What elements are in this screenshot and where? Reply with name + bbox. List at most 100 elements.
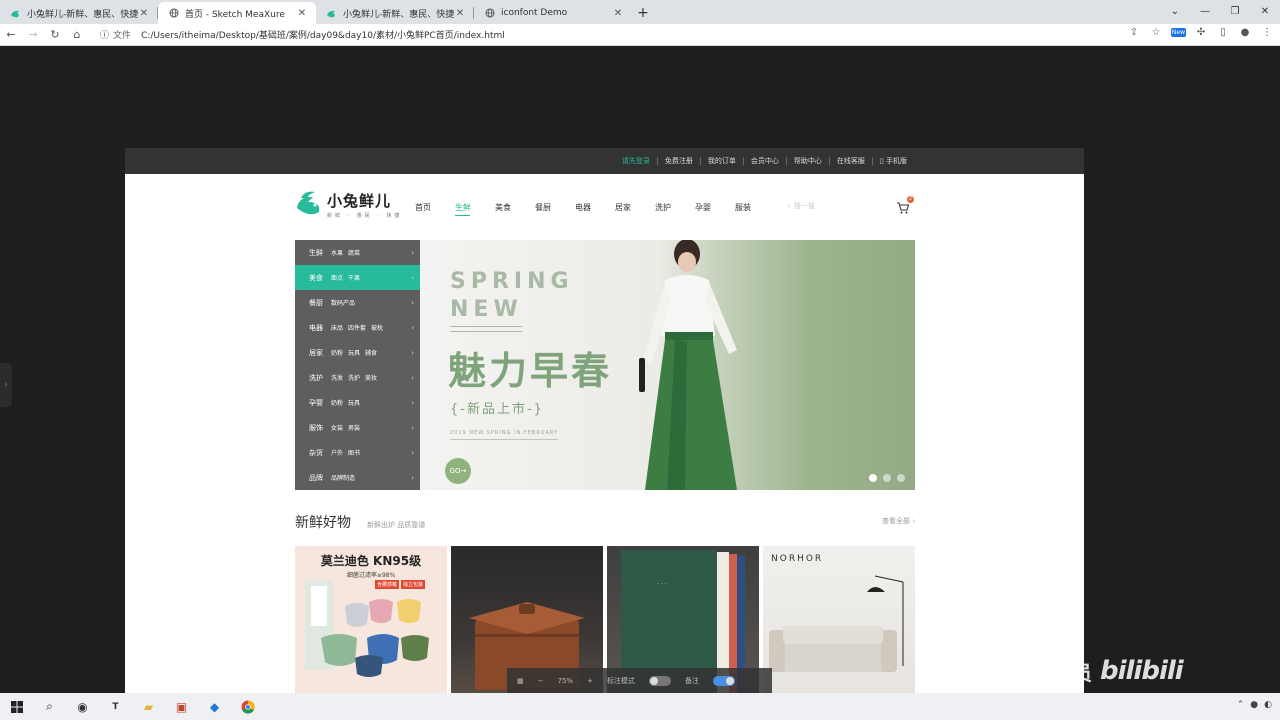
browser-tab-3[interactable]: iconfont Demo ✕ [474,2,632,24]
category-sub-link[interactable]: 图书 [348,448,360,457]
category-sub-link[interactable]: 女装 [331,423,343,432]
topnav-help[interactable]: 帮助中心 [785,157,829,165]
topnav-orders[interactable]: 我的订单 [699,157,743,165]
site-search[interactable]: ⌕ 搜一搜 [787,201,815,211]
mainnav-item[interactable]: 孕婴 [695,202,735,213]
product-card[interactable]: NORHOR [763,546,915,693]
powerpoint-icon[interactable]: ▣ [165,693,198,720]
topnav-member[interactable]: 会员中心 [742,157,786,165]
tray-app-icon[interactable]: ● [1250,700,1258,710]
carousel-dot[interactable] [883,474,891,482]
zoom-in-icon[interactable]: + [587,677,593,685]
home-icon[interactable]: ⌂ [66,28,88,41]
restore-icon[interactable]: ❐ [1220,0,1250,22]
vscode-icon[interactable]: ◆ [198,693,231,720]
mainnav-item-active[interactable]: 生鲜 [455,202,495,216]
back-arrow-icon[interactable]: ← [0,28,22,41]
mainnav-item[interactable]: 餐厨 [535,202,575,213]
category-sub-link[interactable]: 美妆 [365,373,377,382]
category-item[interactable]: 电器 床品 四件套 被枕 › [295,315,420,340]
category-sub-link[interactable]: 蔬菜 [348,248,360,257]
category-sub-link[interactable]: 品牌制造 [331,473,355,482]
topnav-register[interactable]: 免费注册 [656,157,700,165]
mode-toggle[interactable] [648,675,671,686]
category-sub-link[interactable]: 水果 [331,248,343,257]
chrome-icon[interactable] [231,693,264,720]
category-item[interactable]: 餐厨 数码产品 › [295,290,420,315]
category-sub-link[interactable]: 男装 [348,423,360,432]
banner-go-button[interactable]: GO → [445,458,471,484]
carousel-dot[interactable] [869,474,877,482]
category-item[interactable]: 服饰 女装 男装 › [295,415,420,440]
mainnav-item[interactable]: 首页 [415,202,455,213]
close-icon[interactable]: ✕ [296,8,308,19]
category-sub-link[interactable]: 辅食 [365,348,377,357]
category-item[interactable]: 洗护 洗发 洗护 美妆 › [295,365,420,390]
category-item[interactable]: 品牌 品牌制造 › [295,465,420,490]
mainnav-item[interactable]: 居家 [615,202,655,213]
category-sub-link[interactable]: 奶粉 [331,398,343,407]
mainnav-item[interactable]: 服装 [735,202,775,213]
category-sub-link[interactable]: 干果 [348,273,360,282]
extensions-puzzle-icon[interactable]: ✣ [1194,27,1208,38]
new-tab-plus-icon[interactable]: + [632,2,654,24]
app-icon[interactable]: ◉ [66,693,99,720]
cart-button[interactable]: 2 [896,196,914,214]
carousel-dot[interactable] [897,474,905,482]
category-sub-link[interactable]: 床品 [331,323,343,332]
zoom-out-icon[interactable]: − [538,677,544,685]
category-sub-link[interactable]: 被枕 [371,323,383,332]
browser-tab-0[interactable]: 小兔鲜儿-新鲜、惠民、快捷! ✕ [0,2,158,24]
topnav-mobile[interactable]: ▯ 手机版 [871,157,914,165]
mainnav-item[interactable]: 洗护 [655,202,695,213]
category-sub-link[interactable]: 面点 [331,273,343,282]
topnav-login[interactable]: 请先登录 [615,157,657,165]
category-item[interactable]: 孕婴 奶粉 玩具 › [295,390,420,415]
category-sub-link[interactable]: 奶粉 [331,348,343,357]
share-icon[interactable]: ⇪ [1127,27,1141,38]
forward-arrow-icon[interactable]: → [22,28,44,41]
typora-icon[interactable]: T [99,693,132,720]
new-badge[interactable]: New [1170,28,1186,37]
category-sub-link[interactable]: 玩具 [348,348,360,357]
mainnav-item[interactable]: 美食 [495,202,535,213]
site-logo[interactable]: 小兔鲜儿 新鲜 · 惠民 · 快捷 [295,188,403,220]
hero-banner[interactable]: SPRING NEW 魅力早春 {-新品上市-} 2019 NEW SPRING… [420,240,915,490]
category-sub-link[interactable]: 洗护 [348,373,360,382]
category-sub-link[interactable]: 洗发 [331,373,343,382]
mainnav-item[interactable]: 电器 [575,202,615,213]
category-sub-link[interactable]: 玩具 [348,398,360,407]
sidebar-icon[interactable]: ▯ [1216,27,1230,38]
product-card[interactable]: 莫兰迪色 KN95级 细菌过滤率≥98% 含腰感戴 独立包装 [295,546,447,693]
reload-icon[interactable]: ↻ [44,28,66,41]
chevron-down-icon[interactable]: ⌄ [1160,0,1190,22]
star-icon[interactable]: ☆ [1149,27,1163,38]
minimize-icon[interactable]: — [1190,0,1220,22]
category-item[interactable]: 杂货 户外 图书 › [295,440,420,465]
category-item[interactable]: 生鲜 水果 蔬菜 › [295,240,420,265]
side-chevron-icon[interactable]: › [0,363,12,407]
category-sub-link[interactable]: 户外 [331,448,343,457]
menu-dots-icon[interactable]: ⋮ [1260,27,1274,38]
topnav-service[interactable]: 在线客服 [828,157,872,165]
tray-app-icon[interactable]: ◐ [1264,700,1272,710]
folder-icon[interactable]: ▰ [132,693,165,720]
browser-tab-1[interactable]: 首页 - Sketch MeaXure ✕ [158,2,316,24]
close-icon[interactable]: ✕ [138,8,150,19]
layout-grid-icon[interactable]: ▦ [517,677,524,685]
category-sub-link[interactable]: 数码产品 [331,298,355,307]
category-item[interactable]: 居家 奶粉 玩具 辅食 › [295,340,420,365]
close-icon[interactable]: ✕ [454,8,466,19]
notes-toggle[interactable] [712,675,735,686]
close-icon[interactable]: ✕ [612,8,624,19]
browser-tab-2[interactable]: 小兔鲜儿-新鲜、惠民、快捷! ✕ [316,2,474,24]
category-item[interactable]: 美食 面点 干果 › [295,265,420,290]
info-icon[interactable]: ⓘ [100,28,109,41]
search-icon[interactable]: ⌕ [33,693,66,720]
chevron-up-icon[interactable]: ⌃ [1237,700,1245,710]
windows-start-icon[interactable] [0,693,33,720]
profile-icon[interactable]: ● [1238,27,1252,38]
category-sub-link[interactable]: 四件套 [348,323,366,332]
url-field[interactable]: ⓘ 文件 C:/Users/itheima/Desktop/基础班/案例/day… [100,28,505,41]
view-all-link[interactable]: 查看全部 › [882,516,915,526]
